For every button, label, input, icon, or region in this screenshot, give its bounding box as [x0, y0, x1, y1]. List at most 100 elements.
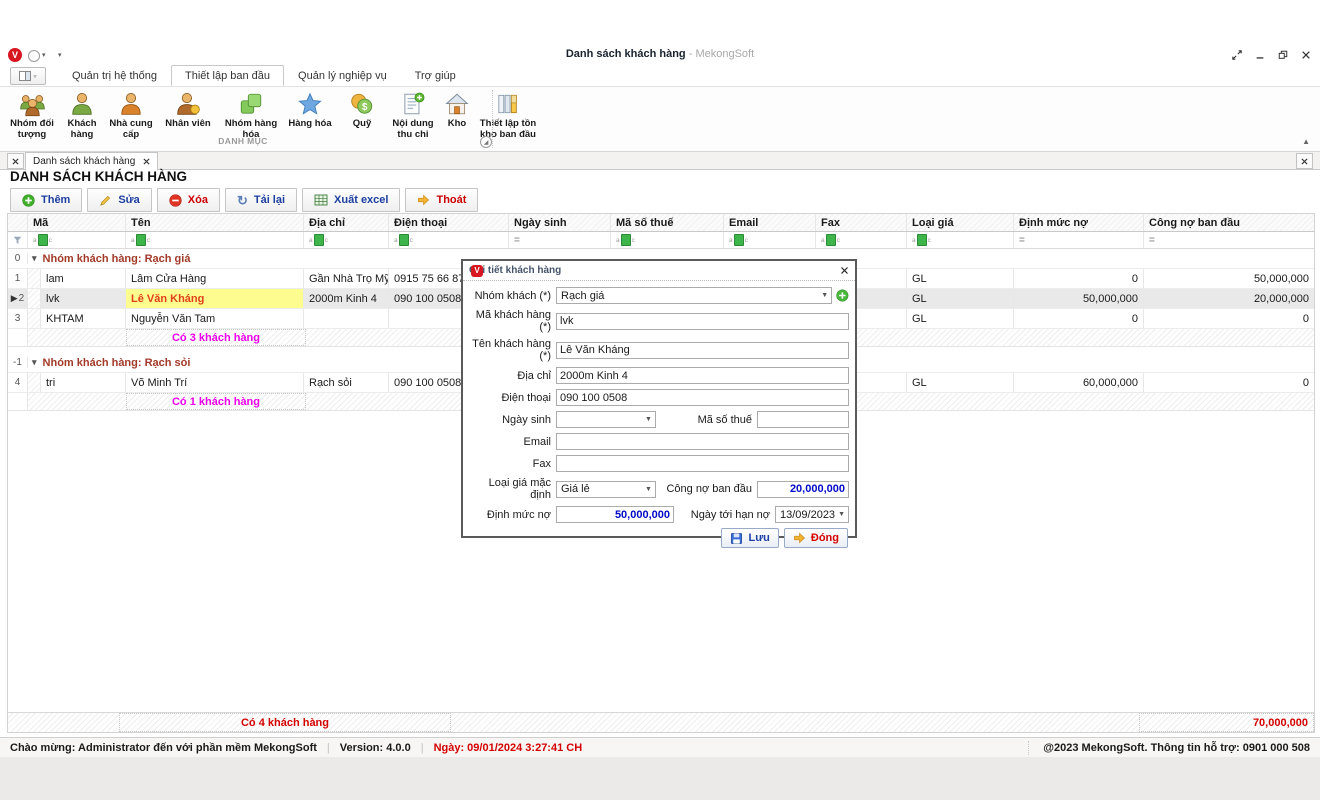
fax-field[interactable] — [556, 455, 849, 472]
column-header-cong-no-ban-dau[interactable]: Công nợ ban đầu — [1144, 214, 1314, 231]
column-header-ma[interactable]: Mã — [28, 214, 126, 231]
filter-cell-dia-chi[interactable]: ac — [304, 232, 389, 248]
toolbar-item-quy[interactable]: $ Quỹ — [338, 89, 386, 131]
action-bar: Thêm Sửa Xóa ↻ Tải lại Xuất excel Thoát — [10, 188, 478, 212]
filter-abc-icon: ac — [309, 234, 328, 246]
row-focus-arrow-icon: ▶ — [11, 293, 18, 304]
toolbar-item-noi-dung-thu-chi[interactable]: Nội dung thu chi — [386, 89, 440, 142]
cong-no-ban-dau-field[interactable] — [757, 481, 849, 498]
filter-cell-loai-gia[interactable]: ac — [907, 232, 1014, 248]
field-label-nhom-khach: Nhóm khách (*) — [465, 290, 556, 302]
filter-cell-ma-so-thue[interactable]: ac — [611, 232, 724, 248]
excel-icon — [314, 194, 328, 206]
add-button[interactable]: Thêm — [10, 188, 82, 212]
dinh-muc-no-field[interactable] — [556, 506, 674, 523]
toolbar-item-nhom-doi-tuong[interactable]: Nhóm đối tượng — [6, 89, 58, 142]
filter-cell-email[interactable]: ac — [724, 232, 816, 248]
chevron-down-icon: ▿ — [33, 73, 36, 80]
toolbar-item-kho[interactable]: Kho — [440, 89, 474, 131]
toolbar-item-hang-hoa[interactable]: Hàng hóa — [282, 89, 338, 131]
ma-khach-hang-field[interactable] — [556, 313, 849, 330]
tabstrip-close-right-button[interactable] — [1296, 153, 1313, 169]
minimize-button[interactable] — [1254, 49, 1266, 61]
ngay-toi-han-combobox[interactable]: 13/09/2023 ▼ — [775, 506, 849, 523]
column-header-ten[interactable]: Tên — [126, 214, 304, 231]
email-field[interactable] — [556, 433, 849, 450]
column-header-fax[interactable]: Fax — [816, 214, 907, 231]
column-header-email[interactable]: Email — [724, 214, 816, 231]
column-header-ma-so-thue[interactable]: Mã số thuế — [611, 214, 724, 231]
filter-cell-ngay-sinh[interactable]: = — [509, 232, 611, 248]
delete-button[interactable]: Xóa — [157, 188, 220, 212]
toolbar-item-nhan-vien[interactable]: Nhân viên — [156, 89, 220, 131]
filter-cell-cong-no[interactable]: = — [1144, 232, 1314, 248]
filter-abc-icon: ac — [616, 234, 635, 246]
filter-abc-icon: ac — [912, 234, 931, 246]
group-dialog-launcher-icon[interactable]: ◢ — [480, 136, 492, 148]
column-header-dinh-muc-no[interactable]: Định mức nợ — [1014, 214, 1144, 231]
field-label-dia-chi: Địa chỉ — [465, 370, 556, 382]
ribbon-collapse-icon[interactable]: ▲ — [1302, 137, 1310, 146]
filter-cell-dinh-muc-no[interactable]: = — [1014, 232, 1144, 248]
desktop-strip — [0, 757, 1320, 800]
restore-button[interactable] — [1277, 49, 1289, 61]
filter-cell-fax[interactable]: ac — [816, 232, 907, 248]
chevron-down-icon: ▼ — [835, 511, 848, 518]
filter-cell-ma[interactable]: ac — [28, 232, 126, 248]
tabstrip-close-left-button[interactable] — [7, 153, 24, 169]
toolbar-item-thiet-lap-ton-kho[interactable]: Thiết lập tồn kho ban đầu — [474, 89, 542, 142]
field-label-ngay-sinh: Ngày sinh — [465, 414, 556, 426]
ten-khach-hang-field[interactable] — [556, 342, 849, 359]
dialog-close-icon[interactable] — [840, 266, 849, 275]
close-dialog-button[interactable]: Đóng — [784, 528, 848, 548]
toolbar-item-khach-hang[interactable]: Khách hàng — [58, 89, 106, 142]
reload-button[interactable]: ↻ Tải lại — [225, 188, 297, 212]
window-titlebar: V ▾ ▾ Danh sách khách hàng - MekongSoft — [0, 44, 1320, 66]
ribbon-tab-quan-ly-nghiep-vu[interactable]: Quản lý nghiệp vụ — [284, 65, 401, 86]
dia-chi-field[interactable] — [556, 367, 849, 384]
field-label-dinh-muc-no: Định mức nợ — [465, 509, 556, 521]
dialog-titlebar[interactable]: V Chi tiết khách hàng — [463, 261, 855, 281]
status-bar: Chào mừng: Administrator đến với phần mề… — [0, 737, 1320, 758]
close-button[interactable] — [1300, 49, 1312, 61]
exit-button[interactable]: Thoát — [405, 188, 478, 212]
ribbon-tab-quan-tri-he-thong[interactable]: Quản trị hệ thống — [58, 65, 171, 86]
ribbon-tab-tro-giup[interactable]: Trợ giúp — [401, 65, 470, 86]
group-count-label: Có 3 khách hàng — [126, 329, 306, 346]
filter-funnel-icon[interactable] — [8, 232, 28, 248]
customer-icon — [69, 90, 95, 118]
fullscreen-button[interactable] — [1231, 49, 1243, 61]
dialog-title: Chi tiết khách hàng — [469, 265, 835, 276]
ribbon-app-button[interactable]: ▿ — [10, 67, 46, 85]
export-excel-button[interactable]: Xuất excel — [302, 188, 400, 212]
filter-cell-ten[interactable]: ac — [126, 232, 304, 248]
filter-abc-icon: ac — [729, 234, 748, 246]
column-header-dia-chi[interactable]: Địa chỉ — [304, 214, 389, 231]
loai-gia-combobox[interactable]: Giá lẻ ▼ — [556, 481, 656, 498]
window-title: Danh sách khách hàng - MekongSoft — [0, 48, 1320, 60]
save-disk-icon — [730, 532, 743, 545]
tab-close-icon[interactable] — [143, 158, 150, 165]
add-group-button[interactable] — [836, 289, 849, 302]
group-collapse-icon[interactable]: ▾ — [32, 357, 37, 368]
delete-icon — [169, 194, 182, 207]
column-header-dien-thoai[interactable]: Điện thoại — [389, 214, 509, 231]
edit-button[interactable]: Sửa — [87, 188, 151, 212]
document-tabstrip: Danh sách khách hàng — [0, 152, 1320, 170]
nhom-khach-combobox[interactable]: Rạch giá ▼ — [556, 287, 832, 304]
column-header-ngay-sinh[interactable]: Ngày sinh — [509, 214, 611, 231]
ribbon-tab-thiet-lap-ban-dau[interactable]: Thiết lập ban đầu — [171, 65, 284, 86]
ma-so-thue-field[interactable] — [757, 411, 849, 428]
ngay-sinh-combobox[interactable]: ▼ — [556, 411, 656, 428]
save-button[interactable]: Lưu — [721, 528, 778, 548]
filter-cell-dien-thoai[interactable]: ac — [389, 232, 509, 248]
customer-detail-dialog: V Chi tiết khách hàng Nhóm khách (*) Rạc… — [461, 259, 857, 538]
dien-thoai-field[interactable] — [556, 389, 849, 406]
status-support: @2023 MekongSoft. Thông tin hỗ trợ: 0901… — [1028, 741, 1320, 755]
toolbar-item-nhom-hang-hoa[interactable]: Nhóm hàng hóa — [220, 89, 282, 142]
product-icon — [297, 90, 323, 118]
column-header-loai-gia[interactable]: Loại giá — [907, 214, 1014, 231]
group-collapse-icon[interactable]: ▾ — [32, 253, 37, 264]
field-label-fax: Fax — [465, 458, 556, 470]
toolbar-item-nha-cung-cap[interactable]: Nhà cung cấp — [106, 89, 156, 142]
